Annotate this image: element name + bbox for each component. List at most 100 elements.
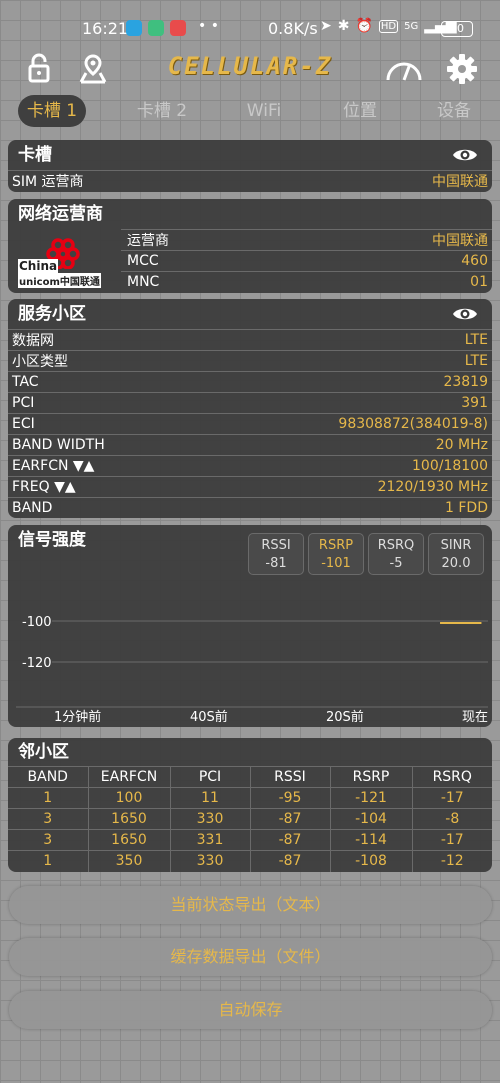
cell-row: BAND 1 FDD xyxy=(8,497,492,518)
cell-row-key: EARFCN ▼▲ xyxy=(12,458,95,474)
cell-band: 1 xyxy=(8,787,88,809)
cell-row: ECI 98308872(384019-8) xyxy=(8,413,492,434)
rsrq-button[interactable]: RSRQ -5 xyxy=(368,533,424,575)
network-speed: 0.8K/s xyxy=(268,19,318,38)
cell-row: BAND WIDTH 20 MHz xyxy=(8,434,492,455)
sinr-value: 20.0 xyxy=(441,556,471,571)
tab-slot-1[interactable]: 卡槽 1 xyxy=(18,95,86,127)
signal-5g-icon: 5G xyxy=(404,20,419,32)
cell-rsrp: -121 xyxy=(329,787,412,809)
cell-row-value: 20 MHz xyxy=(435,437,488,453)
cell-pci: 330 xyxy=(169,850,250,872)
location-icon: ➤ xyxy=(320,18,332,34)
cell-row: PCI 391 xyxy=(8,392,492,413)
signal-metric-buttons: RSSI -81 RSRP -101 RSRQ -5 SINR 20.0 xyxy=(248,533,484,575)
cell-rsrp: -114 xyxy=(329,829,412,851)
export-file-button[interactable]: 缓存数据导出（文件） xyxy=(9,938,492,976)
status-icons: ➤ ✱ ⏰ HD 5G ▂▄▆ xyxy=(320,18,457,34)
cell-row: 数据网 LTE xyxy=(8,329,492,350)
table-row: 1 100 11 -95 -121 -17 xyxy=(8,787,492,809)
cell-row-key: 数据网 xyxy=(12,333,54,349)
cell-earfcn: 1650 xyxy=(87,808,170,830)
rssi-label: RSSI xyxy=(261,538,291,553)
auto-save-button[interactable]: 自动保存 xyxy=(9,991,492,1029)
rsrp-button[interactable]: RSRP -101 xyxy=(308,533,364,575)
cell-band: 1 xyxy=(8,850,88,872)
cell-row-freq[interactable]: FREQ ▼▲ 2120/1930 MHz xyxy=(8,476,492,497)
cell-row-key: FREQ ▼▲ xyxy=(12,479,76,495)
serving-cell-panel: 服务小区 数据网 LTE 小区类型 LTE TAC 23819 PCI 391 ECI 9… xyxy=(8,299,492,518)
tab-slot-2[interactable]: 卡槽 2 xyxy=(128,95,196,127)
eye-icon[interactable] xyxy=(452,305,478,323)
cell-earfcn: 350 xyxy=(87,850,170,872)
neighbor-header-row: BAND EARFCN PCI RSSI RSRP RSRQ xyxy=(8,766,492,788)
app-notification-icon xyxy=(170,20,186,36)
more-notifications-icon: • • xyxy=(198,18,219,34)
x-tick-label: 1分钟前 xyxy=(54,709,101,725)
cell-earfcn: 1650 xyxy=(87,829,170,851)
tab-bar: 卡槽 1 卡槽 2 WiFi 位置 设备 xyxy=(0,95,500,129)
operator-row: 运营商 中国联通 xyxy=(121,229,492,250)
cell-rsrq: -17 xyxy=(411,829,492,851)
export-text-button[interactable]: 当前状态导出（文本） xyxy=(9,886,492,924)
table-row: 3 1650 331 -87 -114 -17 xyxy=(8,829,492,851)
cell-pci: 330 xyxy=(169,808,250,830)
status-bar: 16:21 • • 0.8K/s ➤ ✱ ⏰ HD 5G ▂▄▆ 70 xyxy=(0,0,500,44)
speedometer-icon[interactable] xyxy=(384,52,424,86)
eye-icon[interactable] xyxy=(452,146,478,164)
map-pin-icon[interactable] xyxy=(76,52,110,86)
signal-panel: -100 -120 1分钟前 40S前 20S前 现在 信号强度 RSSI -8… xyxy=(8,525,492,727)
cell-earfcn: 100 xyxy=(87,787,170,809)
logo-text-top: China xyxy=(18,259,59,273)
battery-icon: 70 xyxy=(441,21,473,37)
cell-row-value: LTE xyxy=(464,332,488,348)
tab-device[interactable]: 设备 xyxy=(424,95,484,127)
china-unicom-logo: China unicom中国联通 xyxy=(18,235,113,288)
operator-rows: 运营商 中国联通 MCC 460 MNC 01 xyxy=(121,229,492,292)
cell-row-value: 1 FDD xyxy=(445,500,488,516)
col-rsrq: RSRQ xyxy=(411,766,492,788)
lock-icon[interactable] xyxy=(22,52,56,86)
col-earfcn: EARFCN xyxy=(87,766,170,788)
operator-row-value: 中国联通 xyxy=(432,233,488,249)
cell-rssi: -87 xyxy=(249,850,330,872)
table-row: 1 350 330 -87 -108 -12 xyxy=(8,850,492,872)
bluetooth-icon: ✱ xyxy=(337,18,350,34)
serving-cell-title: 服务小区 xyxy=(18,304,86,324)
gear-icon[interactable] xyxy=(445,52,479,86)
operator-row-key: MNC xyxy=(127,274,160,290)
sinr-label: SINR xyxy=(440,538,472,553)
operator-panel: 网络运营商 China unicom中国联通 运营商 中国联通 MCC 460 … xyxy=(8,199,492,293)
cell-rsrq: -8 xyxy=(411,808,492,830)
operator-row-value: 01 xyxy=(470,274,488,290)
operator-title: 网络运营商 xyxy=(18,204,103,224)
rsrp-value: -101 xyxy=(321,556,351,571)
sinr-button[interactable]: SINR 20.0 xyxy=(428,533,484,575)
y-tick-label: -120 xyxy=(22,656,52,671)
tab-wifi[interactable]: WiFi xyxy=(232,95,296,127)
rsrq-label: RSRQ xyxy=(377,538,415,553)
cell-row-key: BAND WIDTH xyxy=(12,437,105,453)
neighbor-table: BAND EARFCN PCI RSSI RSRP RSRQ 1 100 11 … xyxy=(8,766,492,872)
col-rssi: RSSI xyxy=(249,766,330,788)
cell-rsrq: -12 xyxy=(411,850,492,872)
rsrp-label: RSRP xyxy=(318,538,354,553)
rssi-value: -81 xyxy=(265,556,287,571)
cell-rsrp: -108 xyxy=(329,850,412,872)
cell-row-value: 100/18100 xyxy=(412,458,488,474)
cell-row-earfcn[interactable]: EARFCN ▼▲ 100/18100 xyxy=(8,455,492,476)
col-pci: PCI xyxy=(169,766,250,788)
rsrq-value: -5 xyxy=(389,556,403,571)
tab-location[interactable]: 位置 xyxy=(330,95,390,127)
hd-icon: HD xyxy=(378,19,399,33)
table-row: 3 1650 330 -87 -104 -8 xyxy=(8,808,492,830)
telegram-icon xyxy=(126,20,142,36)
operator-row: MCC 460 xyxy=(121,250,492,271)
clock: 16:21 xyxy=(82,19,129,38)
cell-rssi: -95 xyxy=(249,787,330,809)
slot-row: SIM 运营商 中国联通 xyxy=(8,170,492,191)
cell-row: TAC 23819 xyxy=(8,371,492,392)
rssi-button[interactable]: RSSI -81 xyxy=(248,533,304,575)
shield-app-icon xyxy=(148,20,164,36)
cell-row-value: 23819 xyxy=(443,374,488,390)
